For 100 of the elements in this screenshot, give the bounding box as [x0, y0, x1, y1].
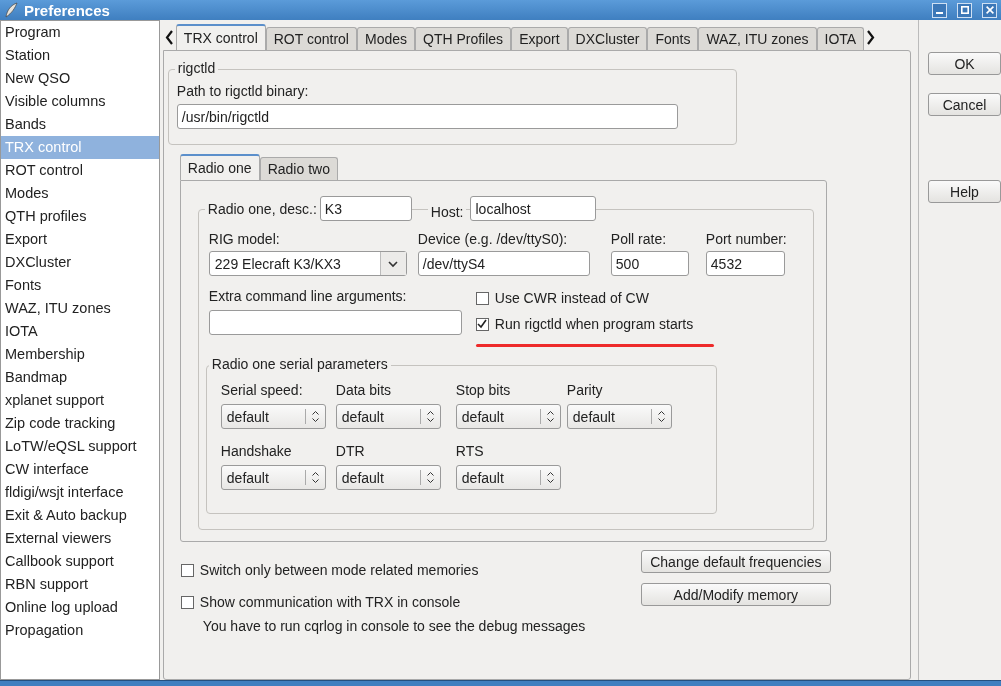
sidebar-item[interactable]: LoTW/eQSL support — [1, 435, 159, 458]
dropdown[interactable]: default — [335, 465, 441, 490]
sidebar-item[interactable]: Callbook support — [1, 550, 159, 573]
sidebar-item[interactable]: Propagation — [1, 619, 159, 642]
updown-icon — [546, 411, 554, 422]
sidebar-item[interactable]: Bands — [1, 113, 159, 136]
chevron-down-icon — [387, 259, 400, 268]
tab[interactable]: IOTA — [816, 27, 865, 50]
port-field[interactable]: 4532 — [705, 251, 785, 276]
field-label: Parity — [566, 382, 604, 398]
sidebar-item[interactable]: IOTA — [1, 320, 159, 343]
tab[interactable]: DXCluster — [567, 27, 648, 50]
field-label: Path to rigctld binary: — [176, 83, 310, 99]
group-title: Radio one, desc.: — [204, 200, 320, 217]
chevron-right-icon[interactable] — [866, 29, 876, 45]
sidebar-item[interactable]: Exit & Auto backup — [1, 504, 159, 527]
maximize-icon — [960, 6, 969, 14]
sidebar-item[interactable]: Modes — [1, 182, 159, 205]
sidebar-item[interactable]: xplanet support — [1, 389, 159, 412]
dropdown[interactable]: default — [455, 465, 561, 490]
close-icon — [985, 6, 994, 14]
poll-field[interactable]: 500 — [610, 251, 689, 276]
dropdown[interactable]: default — [566, 404, 672, 429]
arguments-field[interactable] — [208, 310, 462, 335]
group-title: Radio one serial parameters — [208, 356, 391, 372]
sidebar-item[interactable]: RBN support — [1, 573, 159, 596]
sidebar-item[interactable]: Visible columns — [1, 90, 159, 113]
dialog-button[interactable]: OK — [928, 52, 1001, 75]
dropdown[interactable]: default — [220, 465, 326, 490]
window-title: Preferences — [24, 1, 111, 19]
minimize-icon — [936, 11, 943, 14]
sidebar-item[interactable]: Export — [1, 228, 159, 251]
sidebar-item[interactable]: Program — [1, 21, 159, 44]
updown-icon — [426, 411, 434, 422]
updown-icon — [426, 472, 434, 483]
sidebar-item[interactable]: DXCluster — [1, 251, 159, 274]
close-button[interactable] — [982, 2, 997, 18]
checkmark-icon — [477, 319, 488, 329]
field-label: Poll rate: — [610, 231, 668, 247]
sidebar-item[interactable]: Online log upload — [1, 596, 159, 619]
sidebar-item[interactable]: Zip code tracking — [1, 412, 159, 435]
path-field[interactable]: /usr/bin/rigctld — [176, 104, 678, 129]
hint-text: You have to run cqrlog in console to see the debug messages — [201, 618, 587, 634]
checkbox-label[interactable]: Switch only between mode related memories — [199, 562, 479, 578]
field-label: Handshake — [220, 443, 293, 459]
tab[interactable]: Modes — [356, 27, 415, 50]
sidebar-item[interactable]: CW interface — [1, 458, 159, 481]
field-label: Serial speed: — [220, 382, 304, 398]
checkbox-label[interactable]: Use CWR instead of CW — [494, 290, 649, 306]
dialog-button[interactable]: Help — [928, 180, 1001, 203]
dropdown[interactable]: default — [455, 404, 561, 429]
sidebar-item[interactable]: QTH profiles — [1, 205, 159, 228]
device-field[interactable]: /dev/ttyS4 — [417, 251, 590, 276]
tab[interactable]: QTH Profiles — [415, 27, 512, 50]
memory-button[interactable]: Change default frequencies — [640, 550, 831, 573]
group-title: rigctld — [174, 60, 219, 76]
field-label: DTR — [335, 443, 366, 459]
checkbox[interactable] — [180, 563, 194, 577]
maximize-button[interactable] — [957, 2, 972, 18]
sidebar-item[interactable]: Station — [1, 44, 159, 67]
field-label: Extra command line arguments: — [208, 288, 408, 304]
sidebar-item[interactable]: Fonts — [1, 274, 159, 297]
tab[interactable]: Export — [511, 27, 568, 50]
field-label: RIG model: — [208, 231, 281, 247]
sidebar-item[interactable]: WAZ, ITU zones — [1, 297, 159, 320]
host-field[interactable]: localhost — [470, 196, 597, 221]
tab[interactable]: TRX control — [175, 24, 266, 50]
checkbox-label[interactable]: Show communication with TRX in console — [199, 594, 461, 610]
sidebar-item[interactable]: Bandmap — [1, 366, 159, 389]
updown-icon — [311, 472, 319, 483]
memory-button[interactable]: Add/Modify memory — [640, 583, 831, 606]
checkbox[interactable] — [475, 317, 489, 331]
minimize-button[interactable] — [932, 2, 947, 18]
description-field[interactable]: K3 — [319, 196, 412, 221]
field-label: Stop bits — [455, 382, 512, 398]
dialog-button[interactable]: Cancel — [928, 93, 1001, 116]
tab[interactable]: Radio two — [259, 157, 338, 180]
tab[interactable]: Fonts — [647, 27, 699, 50]
field-label: Data bits — [335, 382, 393, 398]
dropdown[interactable]: default — [335, 404, 441, 429]
updown-icon — [546, 472, 554, 483]
sidebar-item[interactable]: External viewers — [1, 527, 159, 550]
field-label: Device (e.g. /dev/ttyS0): — [417, 231, 569, 247]
sidebar-item[interactable]: Membership — [1, 343, 159, 366]
checkbox[interactable] — [180, 595, 194, 609]
field-label: RTS — [455, 443, 485, 459]
field-label: Port number: — [705, 231, 788, 247]
chevron-left-icon[interactable] — [164, 29, 174, 45]
sidebar-item[interactable]: fldigi/wsjt interface — [1, 481, 159, 504]
feather-icon — [4, 2, 18, 18]
checkbox-label[interactable]: Run rigctld when program starts — [494, 316, 694, 332]
tab[interactable]: Radio one — [179, 154, 260, 180]
sidebar-item[interactable]: New QSO — [1, 67, 159, 90]
dropdown[interactable]: default — [220, 404, 326, 429]
rig-model-dropdown[interactable]: 229 Elecraft K3/KX3 — [208, 251, 407, 276]
sidebar-item[interactable]: ROT control — [1, 159, 159, 182]
checkbox[interactable] — [475, 291, 489, 305]
tab[interactable]: ROT control — [265, 27, 357, 50]
tab[interactable]: WAZ, ITU zones — [698, 27, 817, 50]
updown-icon — [657, 411, 665, 422]
